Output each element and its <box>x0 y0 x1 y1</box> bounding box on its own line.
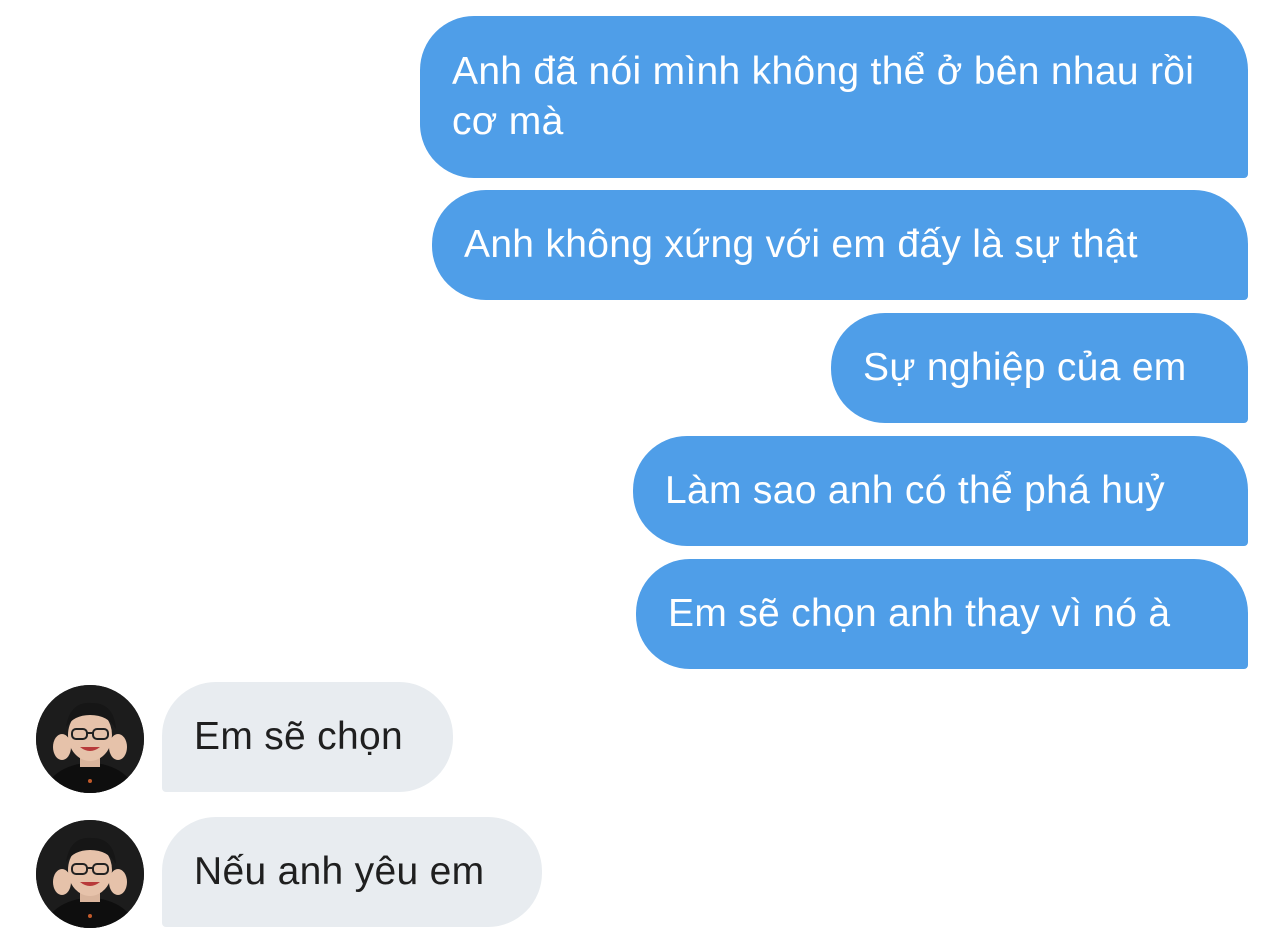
received-message-bubble[interactable]: Em sẽ chọn <box>162 682 453 792</box>
sent-message-bubble[interactable]: Anh đã nói mình không thể ở bên nhau rồi… <box>420 16 1248 178</box>
contact-avatar[interactable] <box>36 685 144 793</box>
received-message-bubble[interactable]: Nếu anh yêu em <box>162 817 542 927</box>
message-text: Anh đã nói mình không thể ở bên nhau rồi… <box>452 50 1195 143</box>
sent-message-bubble[interactable]: Anh không xứng với em đấy là sự thật <box>432 190 1248 300</box>
message-thread: Anh đã nói mình không thể ở bên nhau rồi… <box>0 0 1284 928</box>
contact-avatar[interactable] <box>36 820 144 928</box>
message-text: Em sẽ chọn <box>194 715 403 758</box>
message-text: Anh không xứng với em đấy là sự thật <box>464 223 1138 266</box>
message-text: Em sẽ chọn anh thay vì nó à <box>668 592 1171 635</box>
message-text: Làm sao anh có thể phá huỷ <box>665 469 1165 512</box>
sent-message-bubble[interactable]: Làm sao anh có thể phá huỷ <box>633 436 1248 546</box>
message-text: Sự nghiệp của em <box>863 346 1187 389</box>
avatar-photo-icon <box>36 820 144 928</box>
avatar-photo-icon <box>36 685 144 793</box>
message-text: Nếu anh yêu em <box>194 850 485 893</box>
sent-message-bubble[interactable]: Em sẽ chọn anh thay vì nó à <box>636 559 1248 669</box>
sent-message-bubble[interactable]: Sự nghiệp của em <box>831 313 1248 423</box>
